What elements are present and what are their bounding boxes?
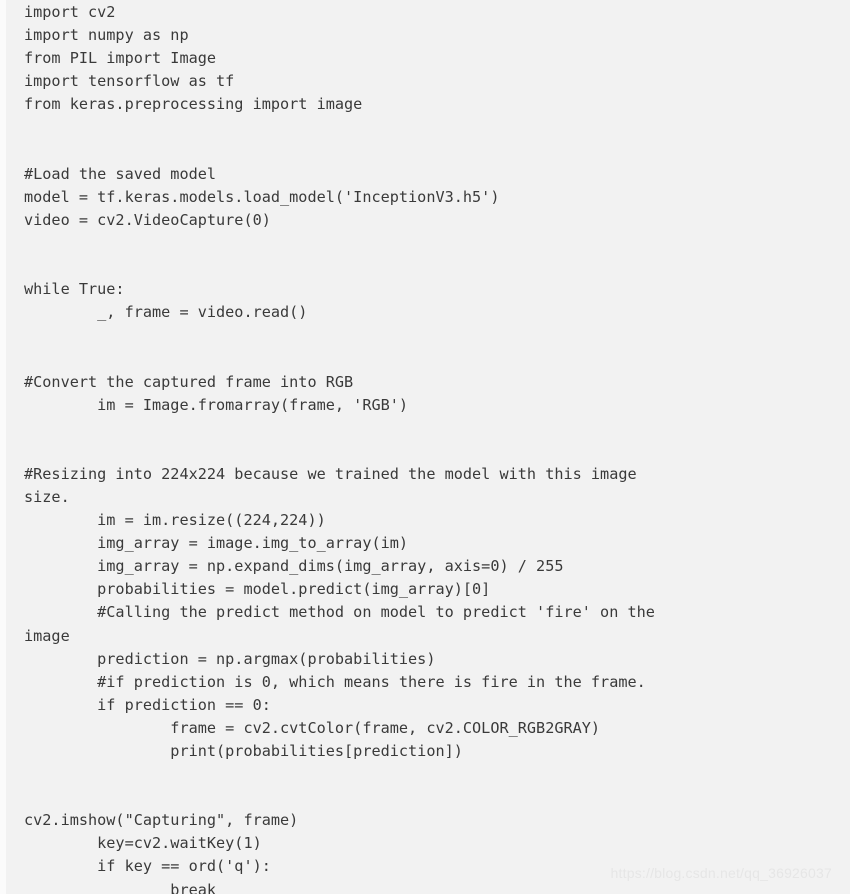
code-line: _, frame = video.read() [24, 303, 308, 322]
code-line: model = tf.keras.models.load_model('Ince… [24, 187, 500, 206]
code-line: image [24, 626, 70, 645]
code-line: probabilities = model.predict(img_array)… [24, 580, 491, 599]
code-line: cv2.imshow("Capturing", frame) [24, 811, 299, 830]
code-line: #Load the saved model [24, 164, 217, 183]
code-line: im = Image.fromarray(frame, 'RGB') [24, 395, 409, 414]
code-line: video = cv2.VideoCapture(0) [24, 210, 271, 229]
code-line: #Resizing into 224x224 because we traine… [24, 464, 637, 483]
code-line: im = im.resize((224,224)) [24, 511, 326, 530]
code-line: frame = cv2.cvtColor(frame, cv2.COLOR_RG… [24, 718, 601, 737]
code-line: #if prediction is 0, which means there i… [24, 672, 646, 691]
code-line: if key == ord('q'): [24, 857, 271, 876]
code-line: img_array = image.img_to_array(im) [24, 534, 409, 553]
code-line: size. [24, 487, 70, 506]
code-line: img_array = np.expand_dims(img_array, ax… [24, 557, 564, 576]
code-line: #Convert the captured frame into RGB [24, 372, 354, 391]
code-line: from keras.preprocessing import image [24, 95, 363, 114]
code-block: import cv2 import numpy as np from PIL imp… [0, 0, 850, 894]
code-line: import cv2 [24, 3, 116, 21]
code-line: prediction = np.argmax(probabilities) [24, 649, 436, 668]
code-line: while True: [24, 280, 125, 299]
code-line: from PIL import Image [24, 49, 217, 68]
code-listing[interactable]: import cv2 import numpy as np from PIL imp… [24, 1, 850, 894]
code-line: import numpy as np [24, 26, 189, 45]
code-line: print(probabilities[prediction]) [24, 742, 463, 760]
code-line: if prediction == 0: [24, 695, 271, 714]
code-line: break [24, 880, 217, 894]
code-line: key=cv2.waitKey(1) [24, 834, 262, 853]
code-line: import tensorflow as tf [24, 72, 235, 91]
code-line: #Calling the predict method on model to … [24, 603, 655, 622]
